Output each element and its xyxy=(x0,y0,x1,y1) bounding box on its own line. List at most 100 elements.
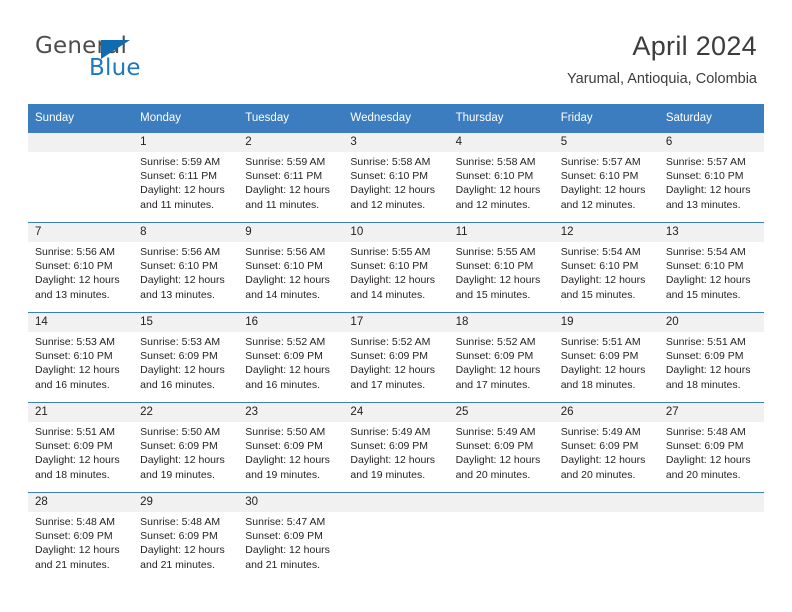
calendar-day-cell[interactable]: 16 Sunrise: 5:52 AM Sunset: 6:09 PM Dayligh… xyxy=(238,312,344,403)
sunrise-text: Sunrise: 5:51 AM xyxy=(35,426,115,438)
calendar-day-cell[interactable]: 30 Sunrise: 5:47 AM Sunset: 6:09 PM Dayligh… xyxy=(238,492,344,582)
daylight-text: Daylight: 12 hours xyxy=(455,364,541,377)
day-number: 22 xyxy=(133,403,239,422)
day-sun-times: Sunrise: 5:58 AM Sunset: 6:10 PM Daylight:… xyxy=(449,152,554,212)
day-sun-times: Sunrise: 5:52 AM Sunset: 6:09 PM Daylight:… xyxy=(449,332,554,392)
daylight-text: Daylight: 12 hours xyxy=(35,454,120,467)
day-sun-times: Sunrise: 5:48 AM Sunset: 6:09 PM Daylight:… xyxy=(28,512,133,572)
day-cell-inner: 3 Sunrise: 5:58 AM Sunset: 6:10 PM Daylight… xyxy=(343,133,449,222)
day-cell-inner xyxy=(553,493,659,582)
calendar-day-cell[interactable]: 13 Sunrise: 5:54 AM Sunset: 6:10 PM Dayligh… xyxy=(658,222,764,313)
sunrise-text: Sunrise: 5:55 AM xyxy=(455,246,536,258)
calendar-day-cell[interactable]: 7 Sunrise: 5:56 AM Sunset: 6:10 PM Daylight… xyxy=(28,222,134,313)
day-number: 6 xyxy=(658,133,764,152)
day-number: 10 xyxy=(343,223,449,242)
calendar-day-cell[interactable]: 12 Sunrise: 5:54 AM Sunset: 6:10 PM Dayligh… xyxy=(553,222,659,313)
daylight-text: and 20 minutes. xyxy=(560,468,636,481)
day-cell-inner: 27 Sunrise: 5:48 AM Sunset: 6:09 PM Dayligh… xyxy=(658,403,764,492)
calendar-day-cell[interactable]: 20 Sunrise: 5:51 AM Sunset: 6:09 PM Dayligh… xyxy=(658,312,764,403)
day-number xyxy=(553,493,659,512)
weekday-header-row: Sunday Monday Tuesday Wednesday Thursday Frid… xyxy=(28,104,764,133)
calendar-day-cell[interactable]: 15 Sunrise: 5:53 AM Sunset: 6:09 PM Dayligh… xyxy=(133,312,239,403)
daylight-text: Daylight: 12 hours xyxy=(455,454,541,467)
day-cell-inner: 26 Sunrise: 5:49 AM Sunset: 6:09 PM Dayligh… xyxy=(553,403,659,492)
calendar-day-cell[interactable]: 22 Sunrise: 5:50 AM Sunset: 6:09 PM Dayligh… xyxy=(133,402,239,493)
day-number: 11 xyxy=(448,223,554,242)
day-cell-inner: 13 Sunrise: 5:54 AM Sunset: 6:10 PM Dayligh… xyxy=(658,223,764,312)
sunrise-text: Sunrise: 5:57 AM xyxy=(665,156,746,168)
day-sun-times xyxy=(343,512,448,515)
sunset-text: Sunset: 6:09 PM xyxy=(35,440,113,453)
sunrise-text: Sunrise: 5:56 AM xyxy=(245,246,326,258)
calendar-day-cell[interactable]: 29 Sunrise: 5:48 AM Sunset: 6:09 PM Dayligh… xyxy=(133,492,239,582)
day-sun-times: Sunrise: 5:47 AM Sunset: 6:09 PM Daylight:… xyxy=(238,512,343,572)
sunset-text: Sunset: 6:10 PM xyxy=(140,260,218,273)
daylight-text: and 15 minutes. xyxy=(455,288,531,301)
calendar-day-cell[interactable]: 27 Sunrise: 5:48 AM Sunset: 6:09 PM Dayligh… xyxy=(658,402,764,493)
sunset-text: Sunset: 6:10 PM xyxy=(350,260,429,273)
calendar-day-cell[interactable]: 21 Sunrise: 5:51 AM Sunset: 6:09 PM Dayligh… xyxy=(28,402,134,493)
day-sun-times: Sunrise: 5:52 AM Sunset: 6:09 PM Daylight:… xyxy=(343,332,448,392)
daylight-text: and 16 minutes. xyxy=(140,378,215,391)
calendar-day-cell[interactable]: 1 Sunrise: 5:59 AM Sunset: 6:11 PM Daylight… xyxy=(133,132,239,223)
calendar-day-cell[interactable]: 17 Sunrise: 5:52 AM Sunset: 6:09 PM Dayligh… xyxy=(343,312,449,403)
day-sun-times: Sunrise: 5:55 AM Sunset: 6:10 PM Daylight:… xyxy=(343,242,448,302)
daylight-text: and 13 minutes. xyxy=(35,288,110,301)
daylight-text: and 21 minutes. xyxy=(245,558,320,571)
calendar-day-cell[interactable]: 14 Sunrise: 5:53 AM Sunset: 6:10 PM Dayligh… xyxy=(28,312,134,403)
daylight-text: Daylight: 12 hours xyxy=(665,454,751,467)
calendar-day-cell[interactable]: 26 Sunrise: 5:49 AM Sunset: 6:09 PM Dayligh… xyxy=(553,402,659,493)
sunrise-text: Sunrise: 5:52 AM xyxy=(245,336,326,348)
daylight-text: Daylight: 12 hours xyxy=(350,454,436,467)
day-sun-times: Sunrise: 5:57 AM Sunset: 6:10 PM Daylight:… xyxy=(554,152,659,212)
day-sun-times: Sunrise: 5:57 AM Sunset: 6:10 PM Daylight:… xyxy=(659,152,764,212)
daylight-text: and 21 minutes. xyxy=(35,558,110,571)
day-sun-times: Sunrise: 5:49 AM Sunset: 6:09 PM Daylight:… xyxy=(343,422,448,482)
daylight-text: Daylight: 12 hours xyxy=(350,184,436,197)
daylight-text: Daylight: 12 hours xyxy=(455,274,541,287)
daylight-text: and 19 minutes. xyxy=(245,468,320,481)
sunrise-text: Sunrise: 5:48 AM xyxy=(35,516,115,528)
day-cell-inner: 11 Sunrise: 5:55 AM Sunset: 6:10 PM Dayligh… xyxy=(448,223,554,312)
sunrise-text: Sunrise: 5:56 AM xyxy=(35,246,115,258)
calendar-day-cell[interactable]: 18 Sunrise: 5:52 AM Sunset: 6:09 PM Dayligh… xyxy=(448,312,554,403)
sunset-text: Sunset: 6:09 PM xyxy=(245,530,323,543)
day-number: 13 xyxy=(658,223,764,242)
calendar-day-cell[interactable]: 23 Sunrise: 5:50 AM Sunset: 6:09 PM Dayligh… xyxy=(238,402,344,493)
calendar-day-cell[interactable]: 3 Sunrise: 5:58 AM Sunset: 6:10 PM Daylight… xyxy=(343,132,449,223)
calendar-day-cell[interactable]: 8 Sunrise: 5:56 AM Sunset: 6:10 PM Daylight… xyxy=(133,222,239,313)
calendar-day-cell[interactable]: 11 Sunrise: 5:55 AM Sunset: 6:10 PM Dayligh… xyxy=(448,222,554,313)
calendar-day-cell[interactable]: 5 Sunrise: 5:57 AM Sunset: 6:10 PM Daylight… xyxy=(553,132,659,223)
general-blue-logo[interactable]: General Blue xyxy=(35,33,185,81)
calendar-day-cell[interactable]: 10 Sunrise: 5:55 AM Sunset: 6:10 PM Dayligh… xyxy=(343,222,449,313)
daylight-text: and 18 minutes. xyxy=(665,378,741,391)
calendar-week-row: 1 Sunrise: 5:59 AM Sunset: 6:11 PM Daylight… xyxy=(28,132,764,223)
day-sun-times: Sunrise: 5:48 AM Sunset: 6:09 PM Daylight:… xyxy=(133,512,238,572)
day-sun-times: Sunrise: 5:51 AM Sunset: 6:09 PM Daylight:… xyxy=(554,332,659,392)
calendar-day-cell[interactable]: 19 Sunrise: 5:51 AM Sunset: 6:09 PM Dayligh… xyxy=(553,312,659,403)
daylight-text: Daylight: 12 hours xyxy=(140,274,225,287)
sunrise-text: Sunrise: 5:54 AM xyxy=(560,246,641,258)
day-number: 25 xyxy=(448,403,554,422)
calendar-day-cell[interactable]: 9 Sunrise: 5:56 AM Sunset: 6:10 PM Daylight… xyxy=(238,222,344,313)
day-number: 19 xyxy=(553,313,659,332)
daylight-text: Daylight: 12 hours xyxy=(560,274,646,287)
day-sun-times: Sunrise: 5:52 AM Sunset: 6:09 PM Daylight:… xyxy=(238,332,343,392)
sunset-text: Sunset: 6:09 PM xyxy=(140,530,218,543)
calendar-day-cell[interactable]: 25 Sunrise: 5:49 AM Sunset: 6:09 PM Dayligh… xyxy=(448,402,554,493)
sunset-text: Sunset: 6:10 PM xyxy=(35,350,113,363)
calendar-day-cell[interactable]: 28 Sunrise: 5:48 AM Sunset: 6:09 PM Dayligh… xyxy=(28,492,134,582)
calendar-day-cell[interactable]: 4 Sunrise: 5:58 AM Sunset: 6:10 PM Daylight… xyxy=(448,132,554,223)
sunrise-text: Sunrise: 5:48 AM xyxy=(140,516,221,528)
day-number: 27 xyxy=(658,403,764,422)
calendar-day-cell[interactable]: 2 Sunrise: 5:59 AM Sunset: 6:11 PM Daylight… xyxy=(238,132,344,223)
day-cell-inner: 24 Sunrise: 5:49 AM Sunset: 6:09 PM Dayligh… xyxy=(343,403,449,492)
daylight-text: Daylight: 12 hours xyxy=(35,274,120,287)
calendar-day-cell[interactable]: 6 Sunrise: 5:57 AM Sunset: 6:10 PM Daylight… xyxy=(658,132,764,223)
day-number: 26 xyxy=(553,403,659,422)
sunset-text: Sunset: 6:09 PM xyxy=(665,350,744,363)
sunset-text: Sunset: 6:10 PM xyxy=(35,260,113,273)
sunset-text: Sunset: 6:10 PM xyxy=(665,260,744,273)
calendar-day-cell[interactable]: 24 Sunrise: 5:49 AM Sunset: 6:09 PM Dayligh… xyxy=(343,402,449,493)
day-cell-inner: 28 Sunrise: 5:48 AM Sunset: 6:09 PM Dayligh… xyxy=(28,493,134,582)
